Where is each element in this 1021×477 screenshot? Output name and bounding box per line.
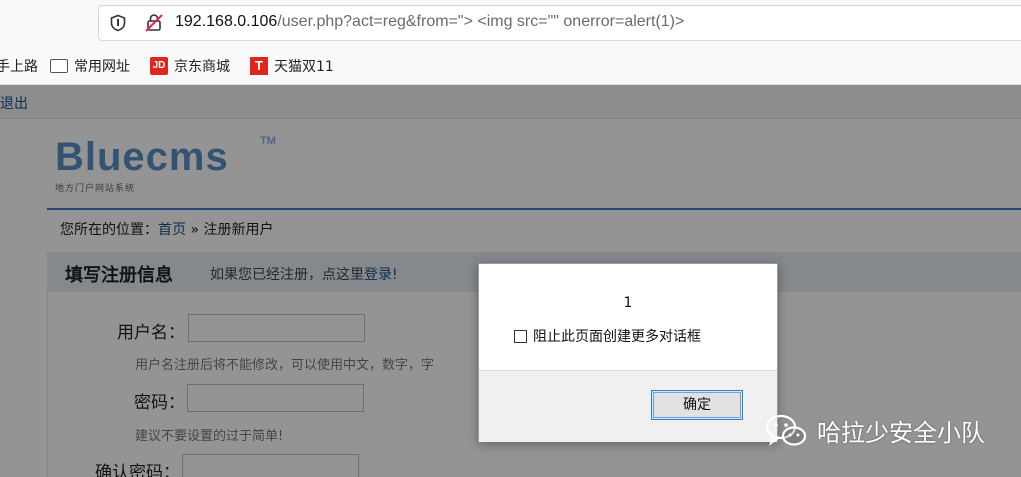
suppress-dialogs-option[interactable]: 阻止此页面创建更多对话框 — [514, 326, 701, 346]
bookmarks-toolbar: 手上路 常用网址 JD 京东商城 T 天猫双11 — [0, 47, 1021, 85]
jd-icon: JD — [150, 57, 168, 75]
bookmark-item-tmall[interactable]: T 天猫双11 — [250, 56, 334, 76]
watermark-text: 哈拉少安全小队 — [817, 419, 985, 447]
alert-dialog: 1 阻止此页面创建更多对话框 确定 — [478, 263, 778, 442]
watermark: 哈拉少安全小队 — [765, 413, 985, 448]
folder-icon — [50, 59, 68, 73]
tmall-icon: T — [250, 57, 268, 75]
alert-footer: 确定 — [479, 370, 777, 442]
bookmark-label: 京东商城 — [174, 59, 230, 75]
bookmark-item-partial[interactable]: 手上路 — [0, 56, 38, 76]
bookmark-label: 天猫双11 — [274, 59, 334, 75]
wechat-icon — [765, 414, 807, 446]
insecure-connection-icon[interactable] — [144, 13, 164, 33]
suppress-dialogs-label[interactable]: 阻止此页面创建更多对话框 — [533, 326, 701, 346]
bookmark-item-jd[interactable]: JD 京东商城 — [150, 56, 230, 76]
alert-message: 1 — [623, 295, 633, 311]
url-path: /user.php?act=reg&from="> <img src="" on… — [277, 13, 685, 30]
address-bar[interactable]: 192.168.0.106/user.php?act=reg&from="> <… — [98, 5, 1021, 41]
tracking-protection-shield-icon[interactable] — [109, 14, 127, 32]
bookmark-item-common-sites[interactable]: 常用网址 — [50, 56, 130, 76]
browser-toolbar: 192.168.0.106/user.php?act=reg&from="> <… — [0, 0, 1021, 47]
ok-button[interactable]: 确定 — [651, 390, 743, 420]
url-text[interactable]: 192.168.0.106/user.php?act=reg&from="> <… — [175, 13, 684, 31]
bookmark-label: 常用网址 — [74, 59, 130, 75]
suppress-dialogs-checkbox[interactable] — [514, 329, 527, 343]
url-host: 192.168.0.106 — [175, 13, 278, 30]
bookmark-label: 手上路 — [0, 59, 38, 75]
